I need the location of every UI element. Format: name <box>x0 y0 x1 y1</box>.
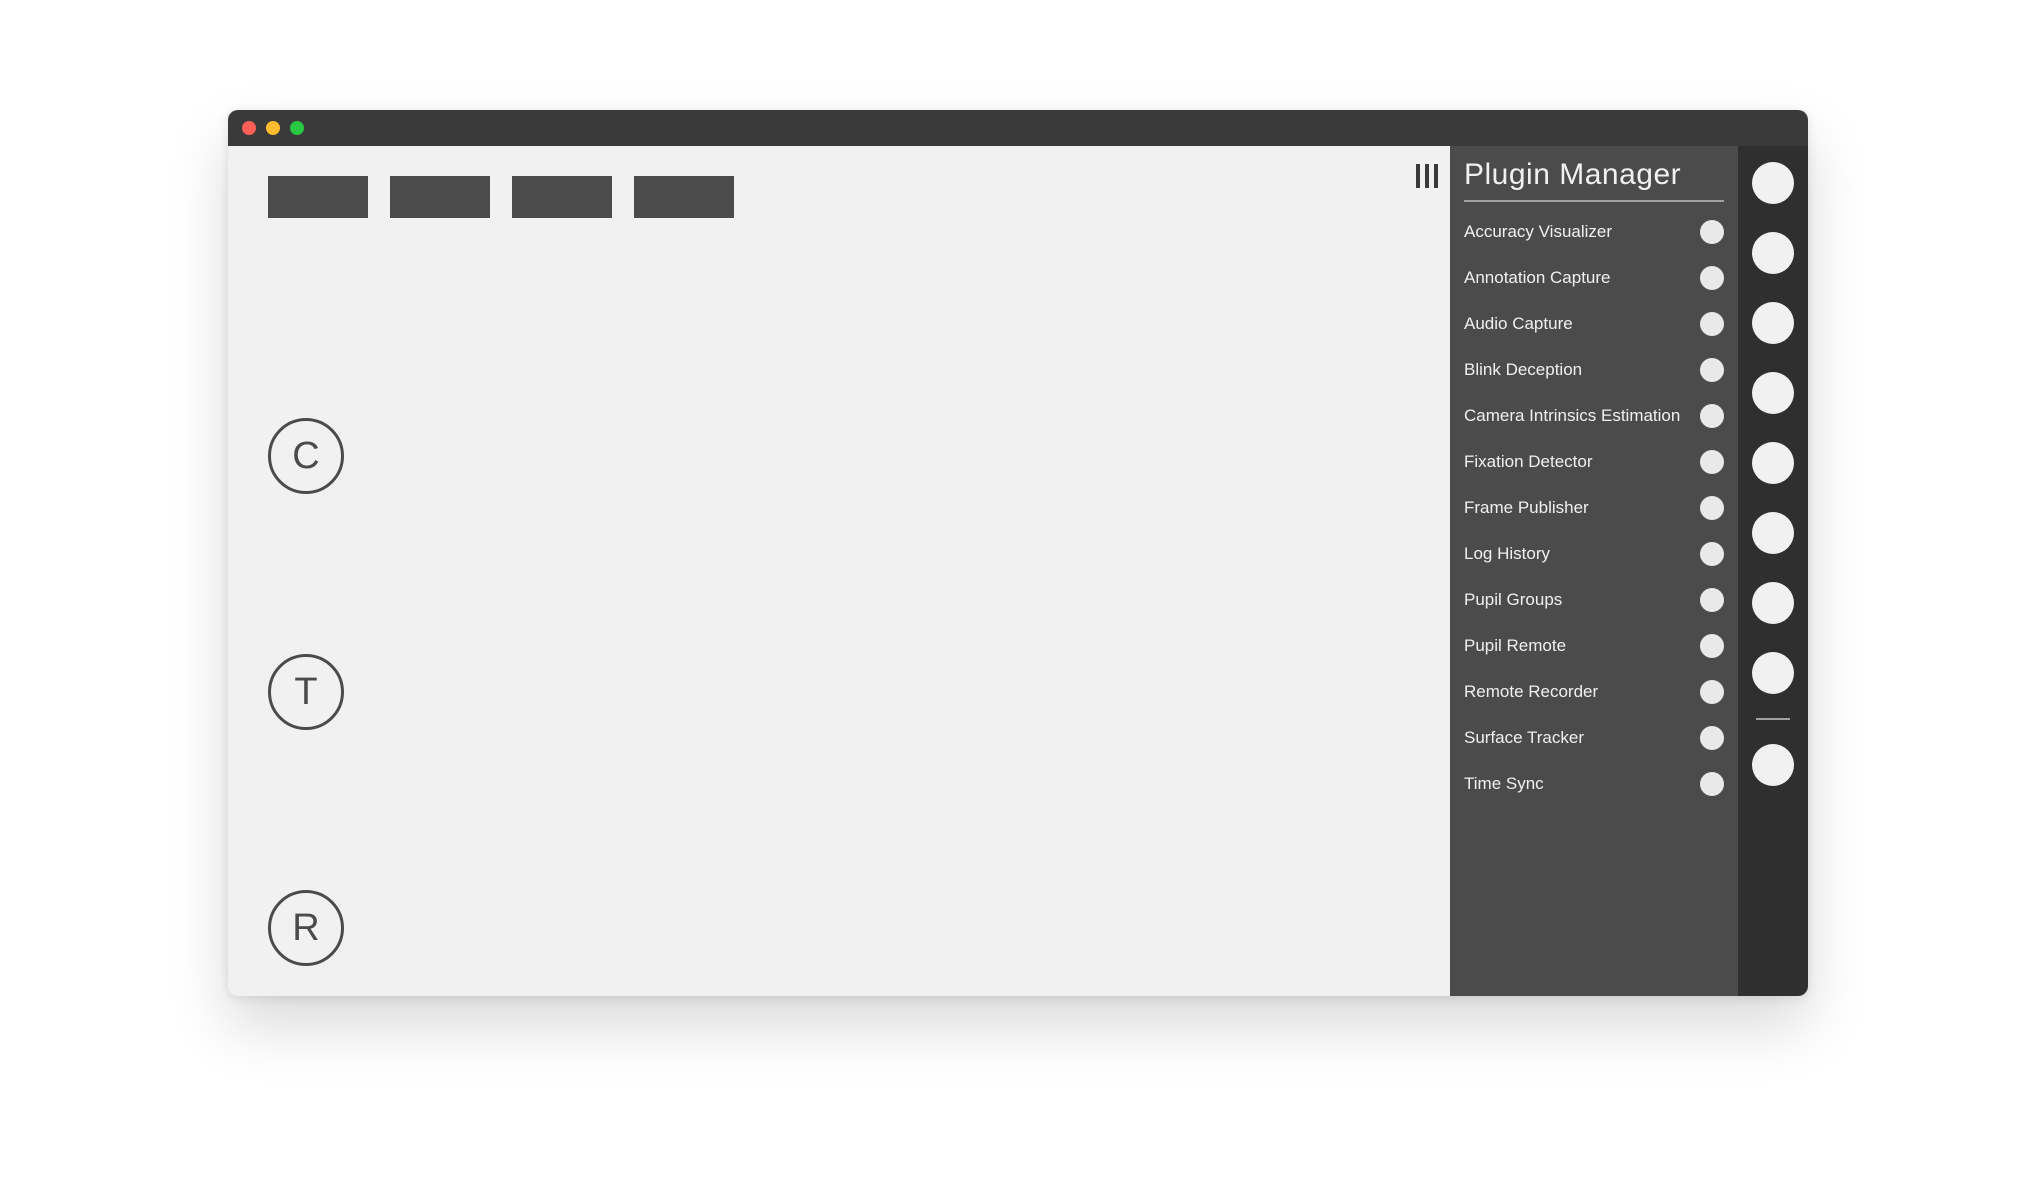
plugin-toggle-icon[interactable] <box>1700 220 1724 244</box>
plugin-row-log-history[interactable]: Log History <box>1464 542 1724 566</box>
plugin-row-remote-recorder[interactable]: Remote Recorder <box>1464 680 1724 704</box>
plugin-manager-title: Plugin Manager <box>1464 158 1724 202</box>
plugin-row-audio-capture[interactable]: Audio Capture <box>1464 312 1724 336</box>
plugin-label: Frame Publisher <box>1464 498 1589 518</box>
plugin-toggle-icon[interactable] <box>1700 634 1724 658</box>
toolbar-block-1[interactable] <box>268 176 368 218</box>
plugin-row-fixation-detector[interactable]: Fixation Detector <box>1464 450 1724 474</box>
plugin-row-pupil-remote[interactable]: Pupil Remote <box>1464 634 1724 658</box>
plugin-toggle-icon[interactable] <box>1700 404 1724 428</box>
test-button[interactable]: T <box>268 654 344 730</box>
plugin-toggle-icon[interactable] <box>1700 588 1724 612</box>
toolbar-block-4[interactable] <box>634 176 734 218</box>
calibrate-button[interactable]: C <box>268 418 344 494</box>
plugin-manager-panel: Plugin Manager Accuracy Visualizer Annota… <box>1450 146 1738 996</box>
iconbar-button-7[interactable] <box>1752 582 1794 624</box>
plugin-label: Fixation Detector <box>1464 452 1593 472</box>
plugin-row-blink-deception[interactable]: Blink Deception <box>1464 358 1724 382</box>
iconbar-button-3[interactable] <box>1752 302 1794 344</box>
iconbar-button-9[interactable] <box>1752 744 1794 786</box>
iconbar-separator <box>1756 718 1790 720</box>
toolbar-block-3[interactable] <box>512 176 612 218</box>
plugin-toggle-icon[interactable] <box>1700 312 1724 336</box>
plugin-label: Camera Intrinsics Estimation <box>1464 406 1680 426</box>
plugin-toggle-icon[interactable] <box>1700 726 1724 750</box>
plugin-label: Annotation Capture <box>1464 268 1611 288</box>
iconbar-button-4[interactable] <box>1752 372 1794 414</box>
app-window: C T R Plugin Manager Accuracy Visualizer… <box>228 110 1808 996</box>
plugin-toggle-icon[interactable] <box>1700 266 1724 290</box>
plugin-label: Accuracy Visualizer <box>1464 222 1612 242</box>
plugin-row-surface-tracker[interactable]: Surface Tracker <box>1464 726 1724 750</box>
plugin-row-time-sync[interactable]: Time Sync <box>1464 772 1724 796</box>
window-body: C T R Plugin Manager Accuracy Visualizer… <box>228 146 1808 996</box>
plugin-toggle-icon[interactable] <box>1700 450 1724 474</box>
plugin-label: Pupil Remote <box>1464 636 1566 656</box>
titlebar <box>228 110 1808 146</box>
toolbar-block-2[interactable] <box>390 176 490 218</box>
iconbar-button-6[interactable] <box>1752 512 1794 554</box>
plugin-row-frame-publisher[interactable]: Frame Publisher <box>1464 496 1724 520</box>
plugin-list: Accuracy Visualizer Annotation Capture Aud… <box>1464 220 1724 796</box>
mode-buttons: C T R <box>268 338 1410 966</box>
iconbar-button-1[interactable] <box>1752 162 1794 204</box>
plugin-label: Blink Deception <box>1464 360 1582 380</box>
iconbar-button-2[interactable] <box>1752 232 1794 274</box>
record-button[interactable]: R <box>268 890 344 966</box>
plugin-toggle-icon[interactable] <box>1700 680 1724 704</box>
window-close-button[interactable] <box>242 121 256 135</box>
plugin-toggle-icon[interactable] <box>1700 496 1724 520</box>
plugin-label: Time Sync <box>1464 774 1544 794</box>
panel-drag-handle-icon[interactable] <box>1416 164 1438 188</box>
main-canvas: C T R <box>228 146 1450 996</box>
plugin-toggle-icon[interactable] <box>1700 772 1724 796</box>
plugin-label: Pupil Groups <box>1464 590 1562 610</box>
plugin-toggle-icon[interactable] <box>1700 358 1724 382</box>
right-iconbar <box>1738 146 1808 996</box>
plugin-toggle-icon[interactable] <box>1700 542 1724 566</box>
plugin-label: Remote Recorder <box>1464 682 1598 702</box>
plugin-label: Log History <box>1464 544 1550 564</box>
plugin-label: Audio Capture <box>1464 314 1573 334</box>
plugin-row-camera-intrinsics-estimation[interactable]: Camera Intrinsics Estimation <box>1464 404 1724 428</box>
window-minimize-button[interactable] <box>266 121 280 135</box>
window-maximize-button[interactable] <box>290 121 304 135</box>
iconbar-button-8[interactable] <box>1752 652 1794 694</box>
plugin-row-pupil-groups[interactable]: Pupil Groups <box>1464 588 1724 612</box>
iconbar-button-5[interactable] <box>1752 442 1794 484</box>
plugin-label: Surface Tracker <box>1464 728 1584 748</box>
plugin-row-annotation-capture[interactable]: Annotation Capture <box>1464 266 1724 290</box>
top-toolbar <box>268 176 1410 218</box>
plugin-row-accuracy-visualizer[interactable]: Accuracy Visualizer <box>1464 220 1724 244</box>
